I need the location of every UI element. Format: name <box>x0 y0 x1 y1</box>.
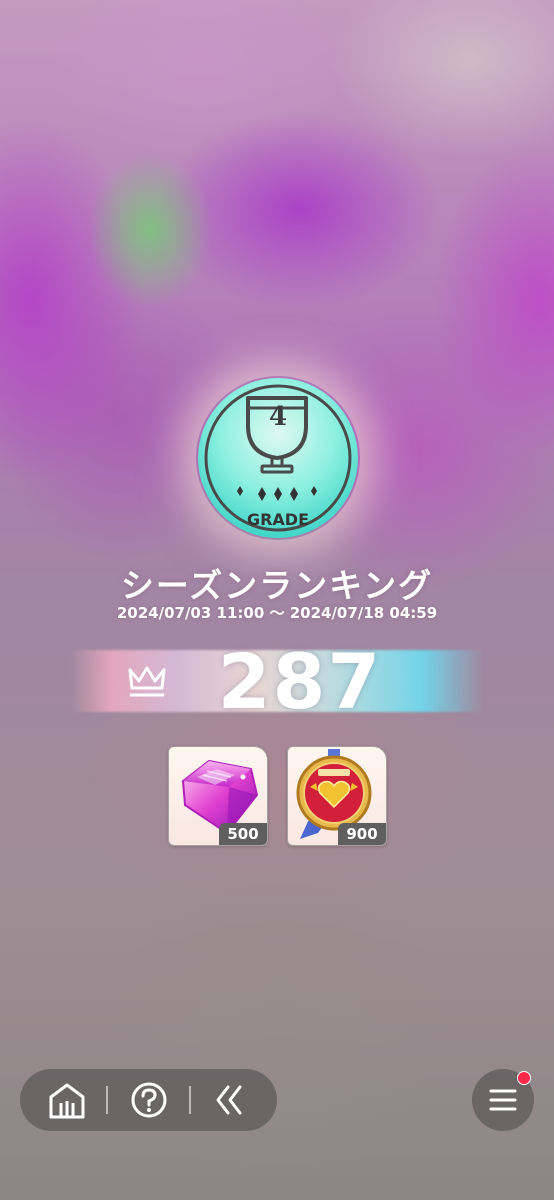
help-icon[interactable] <box>126 1077 172 1123</box>
notification-dot <box>517 1071 531 1085</box>
rank-value: 287 <box>217 637 383 726</box>
grade-label: GRADE <box>246 510 310 529</box>
reward-item[interactable]: 900 <box>287 746 387 846</box>
nav-divider <box>189 1086 191 1114</box>
back-icon[interactable] <box>206 1077 252 1123</box>
season-ranking-screen: 4 GRADE シーズンランキング 2024/07/03 11:00 ～ 202… <box>0 0 554 1200</box>
home-icon[interactable] <box>44 1077 90 1123</box>
reward-item[interactable]: 500 <box>168 746 268 846</box>
crown-icon <box>128 666 166 697</box>
grade-number: 4 <box>268 402 288 432</box>
season-title: シーズンランキング <box>120 566 434 605</box>
reward-count: 500 <box>219 823 267 845</box>
reward-count: 900 <box>338 823 386 845</box>
nav-divider <box>106 1086 108 1114</box>
season-period: 2024/07/03 11:00 ～ 2024/07/18 04:59 <box>116 604 438 622</box>
bottom-nav-bar <box>20 1069 277 1131</box>
grade-badge: 4 GRADE <box>196 376 360 540</box>
